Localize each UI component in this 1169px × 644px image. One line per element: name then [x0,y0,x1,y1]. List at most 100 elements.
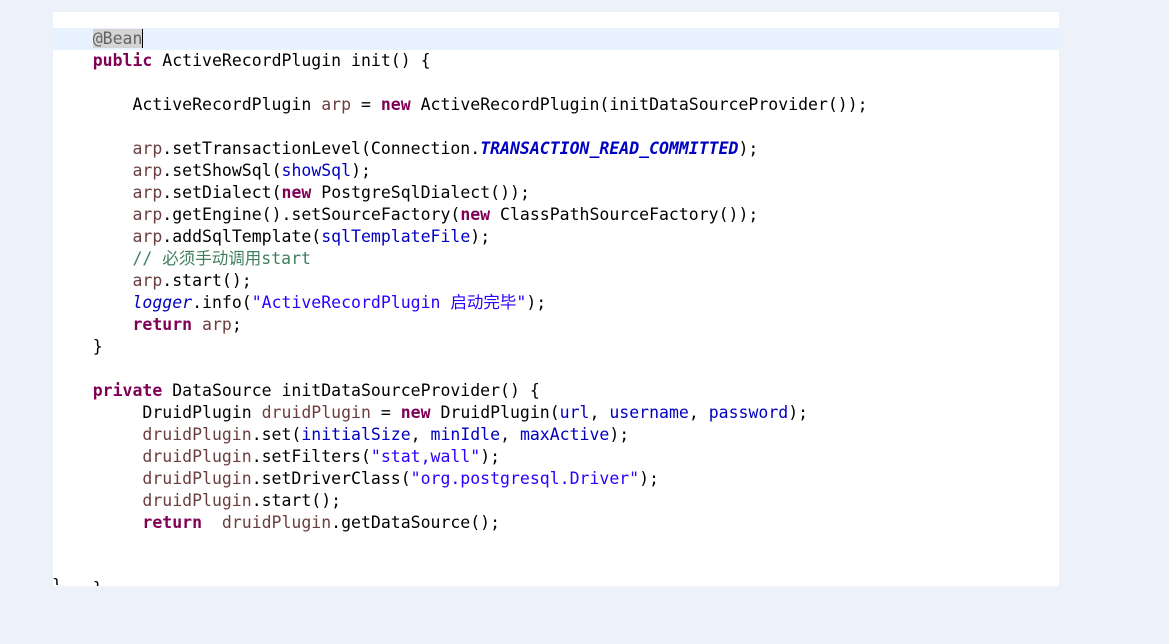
code-line[interactable]: DruidPlugin druidPlugin = new DruidPlugi… [53,402,1059,424]
code-line[interactable] [53,72,1059,94]
code-token: // 必须手动调用start [132,249,311,268]
code-line[interactable]: private DataSource initDataSourceProvide… [53,380,1059,402]
code-token: private [92,381,163,400]
code-token: ClassPathSourceFactory()); [490,205,759,224]
code-line[interactable]: return arp; [53,314,1059,336]
code-line[interactable]: druidPlugin.start(); [53,490,1059,512]
code-token: druidPlugin [142,491,252,510]
code-token: , [500,425,520,444]
code-line[interactable]: arp.getEngine().setSourceFactory(new Cla… [53,204,1059,226]
code-token: ; [231,315,242,334]
code-token: .setTransactionLevel(Connection. [162,139,481,158]
code-token: ); [470,227,491,246]
code-token: druidPlugin [142,469,252,488]
code-line[interactable]: } [53,336,1059,358]
code-token: return [142,513,203,532]
code-token: .addSqlTemplate( [162,227,322,246]
code-area[interactable]: @Bean public ActiveRecordPlugin init() {… [53,28,1059,586]
code-token: logger [132,293,193,312]
code-token: .setFilters( [251,447,371,466]
code-token: return [132,315,193,334]
code-line[interactable]: arp.start(); [53,270,1059,292]
code-line[interactable]: ActiveRecordPlugin arp = new ActiveRecor… [53,94,1059,116]
code-line[interactable]: return druidPlugin.getDataSource(); [53,512,1059,534]
code-token: "org.postgresql.Driver" [410,469,640,488]
code-token: ActiveRecordPlugin init() { [152,51,431,70]
class-closing-brace: } [52,575,62,585]
code-token: DataSource initDataSourceProvider() { [162,381,540,400]
current-line[interactable]: @Bean [53,28,1059,50]
code-token: .setDialect( [162,183,282,202]
code-token: PostgreSqlDialect()); [311,183,530,202]
code-line[interactable]: arp.setShowSql(showSql); [53,160,1059,182]
code-token: new [460,205,491,224]
code-line[interactable]: arp.setTransactionLevel(Connection.TRANS… [53,138,1059,160]
code-token: new [281,183,312,202]
code-token: .getDataSource(); [331,513,501,532]
code-line[interactable]: druidPlugin.setFilters("stat,wall"); [53,446,1059,468]
code-token: .setDriverClass( [251,469,411,488]
code-token: minIdle [430,425,501,444]
code-token: ActiveRecordPlugin(initDataSourceProvide… [410,95,868,114]
code-token: .start(); [251,491,342,510]
code-editor[interactable]: @Bean public ActiveRecordPlugin init() {… [53,12,1059,586]
code-token: , [688,403,709,422]
code-token: "ActiveRecordPlugin 启动完毕" [251,293,527,312]
code-token: showSql [281,161,352,180]
code-token: .set( [251,425,302,444]
code-token: } [53,337,103,356]
code-token: .setShowSql( [162,161,282,180]
code-token: public [92,51,153,70]
code-token: ); [788,403,809,422]
code-token: DruidPlugin [53,403,262,422]
code-token: ); [351,161,371,180]
code-line[interactable]: } [53,578,1059,586]
code-line[interactable]: logger.info("ActiveRecordPlugin 启动完毕"); [53,292,1059,314]
code-token: .getEngine().setSourceFactory( [162,205,461,224]
code-token: .start(); [162,271,252,290]
code-token: initialSize [301,425,411,444]
code-token: , [410,425,431,444]
code-token: new [380,95,411,114]
code-token: TRANSACTION_READ_COMMITTED [480,139,739,158]
code-token: druidPlugin [221,513,332,532]
code-token: maxActive [519,425,610,444]
code-line[interactable] [53,358,1059,380]
code-line[interactable]: // 必须手动调用start [53,248,1059,270]
code-line[interactable]: arp.addSqlTemplate(sqlTemplateFile); [53,226,1059,248]
code-token: , [589,403,610,422]
code-token: druidPlugin [261,403,371,422]
code-line[interactable]: druidPlugin.setDriverClass("org.postgres… [53,468,1059,490]
code-line[interactable] [53,116,1059,138]
code-token: @Bean [92,29,143,48]
code-token: password [708,403,789,422]
code-token: ); [738,139,759,158]
code-line[interactable]: druidPlugin.set(initialSize, minIdle, ma… [53,424,1059,446]
code-token: ); [609,425,630,444]
code-token: arp [132,161,163,180]
code-token: arp [202,315,232,334]
code-token: arp [132,271,163,290]
code-token: url [559,403,590,422]
code-line[interactable]: arp.setDialect(new PostgreSqlDialect()); [53,182,1059,204]
code-token: new [400,403,431,422]
code-token: arp [321,95,352,114]
code-line[interactable]: public ActiveRecordPlugin init() { [53,50,1059,72]
code-line[interactable] [53,534,1059,556]
code-token: ); [480,447,501,466]
code-line[interactable] [53,556,1059,578]
